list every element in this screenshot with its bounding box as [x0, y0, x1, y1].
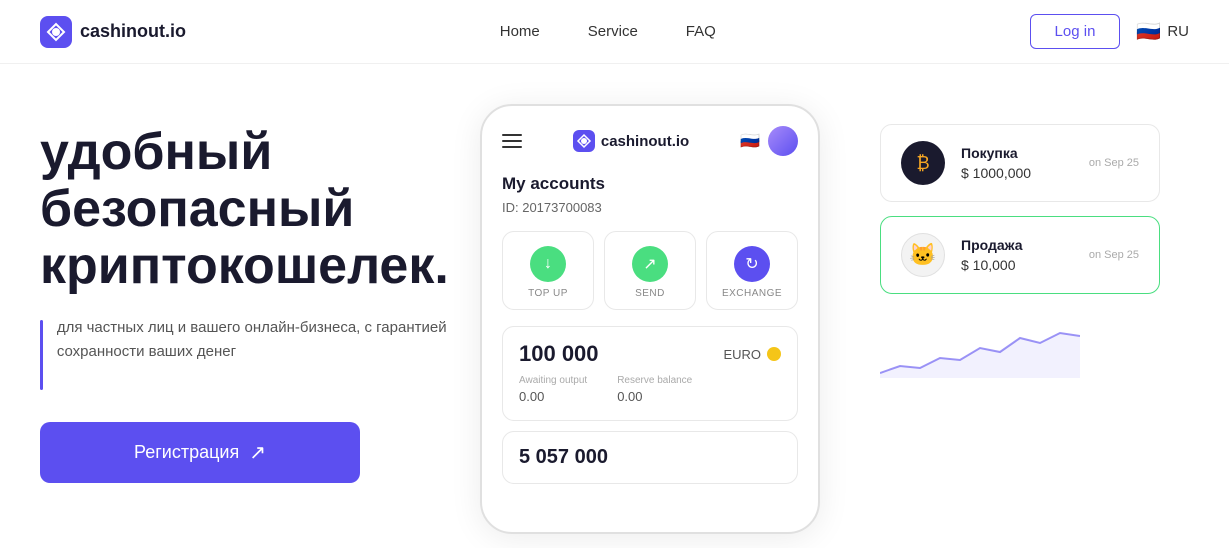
- send-label: SEND: [635, 288, 665, 299]
- exchange-icon: ↻: [734, 246, 770, 282]
- balance-main-row: 100 000 EURO: [519, 341, 781, 367]
- user-avatar: [768, 126, 798, 156]
- hamburger-line: [502, 140, 522, 142]
- balance-currency: EURO: [723, 347, 781, 362]
- phone-header: cashinout.io 🇷🇺: [502, 126, 798, 156]
- register-label: Регистрация: [134, 442, 239, 463]
- send-icon: ↗: [632, 246, 668, 282]
- transaction-amount-buy: $ 1000,000: [961, 165, 1073, 181]
- balance-sub-row: Awaiting output 0.00 Reserve balance 0.0…: [519, 375, 781, 406]
- topup-button[interactable]: ↓ TOP UP: [502, 231, 594, 310]
- balance-amount: 100 000: [519, 341, 599, 367]
- header-right: Log in 🇷🇺 RU: [1030, 14, 1189, 49]
- hamburger-line: [502, 146, 522, 148]
- nav-home[interactable]: Home: [500, 23, 540, 40]
- currency-label: EURO: [723, 347, 761, 362]
- phone-mockup-wrap: cashinout.io 🇷🇺 My accounts ID: 20173700…: [460, 104, 840, 534]
- awaiting-output: Awaiting output 0.00: [519, 375, 587, 406]
- main-content: удобный безопасный криптокошелек. для ча…: [0, 64, 1229, 548]
- topup-label: TOP UP: [528, 288, 568, 299]
- balance-card-1: 100 000 EURO Awaiting output 0.00 Reserv…: [502, 326, 798, 421]
- balance-card-2: 5 057 000: [502, 431, 798, 484]
- transaction-title-buy: Покупка: [961, 145, 1073, 161]
- send-button[interactable]: ↗ SEND: [604, 231, 696, 310]
- nav-service[interactable]: Service: [588, 23, 638, 40]
- flag-icon: 🇷🇺: [1136, 19, 1161, 44]
- chart-area: [880, 318, 1080, 378]
- reserve-balance: Reserve balance 0.00: [617, 375, 692, 406]
- register-button[interactable]: Регистрация ↗: [40, 422, 360, 483]
- chart-svg: [880, 318, 1080, 378]
- phone-logo: cashinout.io: [573, 130, 689, 152]
- transaction-cards: ₿ Покупка $ 1000,000 on Sep 25 🐱 Продажа…: [840, 104, 1189, 378]
- transaction-card-buy: ₿ Покупка $ 1000,000 on Sep 25: [880, 124, 1160, 202]
- cat-icon: 🐱: [901, 233, 945, 277]
- euro-dot-icon: [767, 347, 781, 361]
- nav-faq[interactable]: FAQ: [686, 23, 716, 40]
- arrow-icon: ↗: [249, 440, 266, 465]
- reserve-value: 0.00: [617, 389, 642, 404]
- phone-header-right: 🇷🇺: [740, 126, 798, 156]
- my-accounts-title: My accounts: [502, 174, 798, 194]
- transaction-title-sell: Продажа: [961, 237, 1073, 253]
- transaction-amount-sell: $ 10,000: [961, 257, 1073, 273]
- hamburger-line: [502, 134, 522, 136]
- hero-section: удобный безопасный криптокошелек. для ча…: [40, 104, 460, 483]
- lang-code: RU: [1167, 23, 1189, 40]
- hero-description-wrap: для частных лиц и вашего онлайн-бизнеса,…: [40, 316, 460, 390]
- logo: cashinout.io: [40, 16, 186, 48]
- phone-mockup: cashinout.io 🇷🇺 My accounts ID: 20173700…: [480, 104, 820, 534]
- logo-icon: [40, 16, 72, 48]
- header: cashinout.io Home Service FAQ Log in 🇷🇺 …: [0, 0, 1229, 64]
- exchange-button[interactable]: ↻ EXCHANGE: [706, 231, 798, 310]
- hamburger-menu[interactable]: [502, 134, 522, 148]
- language-switcher[interactable]: 🇷🇺 RU: [1136, 19, 1189, 44]
- hero-title: удобный безопасный криптокошелек.: [40, 124, 460, 296]
- transaction-info-buy: Покупка $ 1000,000: [961, 145, 1073, 181]
- account-id: ID: 20173700083: [502, 200, 798, 215]
- hero-description: для частных лиц и вашего онлайн-бизнеса,…: [57, 316, 460, 364]
- exchange-label: EXCHANGE: [722, 288, 782, 299]
- main-nav: Home Service FAQ: [500, 23, 716, 40]
- balance-amount-2: 5 057 000: [519, 446, 608, 468]
- transaction-date-buy: on Sep 25: [1089, 157, 1139, 169]
- reserve-label: Reserve balance: [617, 375, 692, 386]
- transaction-info-sell: Продажа $ 10,000: [961, 237, 1073, 273]
- phone-logo-icon: [573, 130, 595, 152]
- awaiting-label: Awaiting output: [519, 375, 587, 386]
- login-button[interactable]: Log in: [1030, 14, 1121, 49]
- transaction-card-sell: 🐱 Продажа $ 10,000 on Sep 25: [880, 216, 1160, 294]
- transaction-date-sell: on Sep 25: [1089, 249, 1139, 261]
- action-buttons: ↓ TOP UP ↗ SEND ↻ EXCHANGE: [502, 231, 798, 310]
- topup-icon: ↓: [530, 246, 566, 282]
- logo-text: cashinout.io: [80, 21, 186, 42]
- hero-bar-accent: [40, 320, 43, 390]
- bitcoin-icon: ₿: [901, 141, 945, 185]
- phone-flag-icon: 🇷🇺: [740, 131, 760, 151]
- phone-logo-text: cashinout.io: [601, 133, 689, 150]
- awaiting-value: 0.00: [519, 389, 544, 404]
